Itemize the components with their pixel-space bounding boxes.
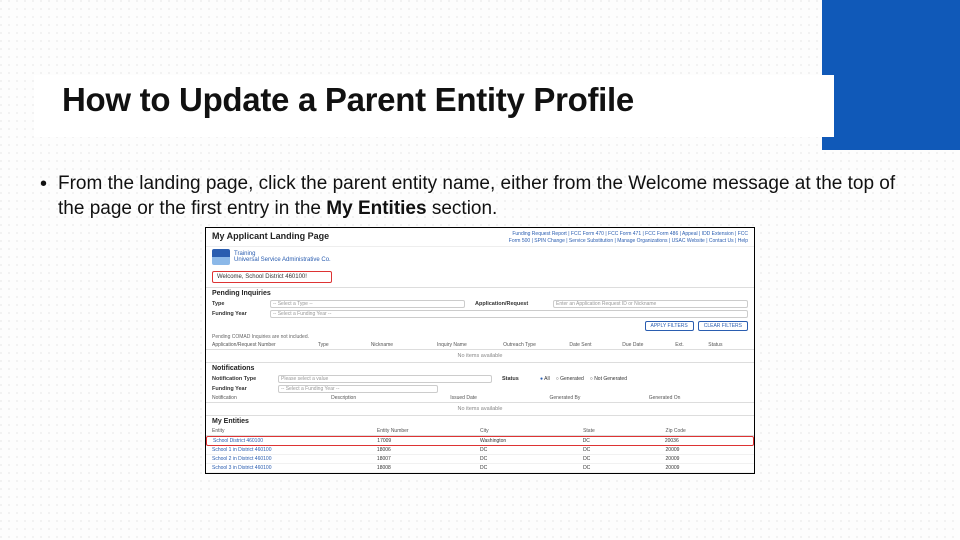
- entity-row-highlight: School District 460100 17009 Washington …: [206, 436, 754, 446]
- status-generated: Generated: [556, 376, 584, 382]
- notif-fy-select: -- Select a Funding Year --: [278, 385, 438, 393]
- entity-number: 18006: [377, 447, 480, 453]
- notif-type-label: Notification Type: [212, 376, 268, 382]
- col: Generated By: [549, 395, 648, 401]
- col: Inquiry Name: [437, 342, 503, 348]
- bullet-text-suffix: section.: [427, 198, 498, 219]
- clear-filters-button: CLEAR FILTERS: [698, 321, 748, 331]
- pending-note: Pending COMAD Inquiries are not included…: [206, 333, 754, 341]
- appreq-input: Enter an Application Request ID or Nickn…: [553, 300, 748, 308]
- status-all: All: [540, 376, 550, 382]
- entity-row: School 2 in District 460100 18007 DC DC …: [206, 455, 754, 464]
- col: Generated On: [649, 395, 748, 401]
- col: Type: [318, 342, 371, 348]
- status-label: Status: [502, 376, 530, 382]
- entity-number: 18008: [377, 465, 480, 471]
- ss-logo-row: Training Universal Service Administrativ…: [206, 247, 754, 269]
- col: Application/Request Number: [212, 342, 318, 348]
- status-radio-group: All Generated Not Generated: [540, 376, 748, 382]
- bullet-text-bold: My Entities: [326, 198, 426, 219]
- appreq-label: Application/Request: [475, 301, 543, 307]
- usac-logo-icon: [212, 249, 230, 265]
- fy-select: -- Select a Funding Year --: [270, 310, 748, 318]
- col: Notification: [212, 395, 331, 401]
- ss-pending-title: Pending Inquiries: [206, 287, 754, 299]
- title-container: How to Update a Parent Entity Profile: [34, 75, 834, 137]
- entity-city: DC: [480, 447, 583, 453]
- entity-name: School 2 in District 460100: [212, 456, 377, 462]
- entity-state: DC: [583, 438, 665, 444]
- ss-welcome-highlight: Welcome, School District 460100!: [212, 271, 332, 283]
- col: Description: [331, 395, 450, 401]
- col: Due Date: [622, 342, 675, 348]
- ss-header: My Applicant Landing Page Funding Reques…: [206, 228, 754, 247]
- slide-title: How to Update a Parent Entity Profile: [62, 81, 834, 119]
- col: Status: [708, 342, 748, 348]
- ss-notif-title: Notifications: [206, 362, 754, 374]
- type-select: -- Select a Type --: [270, 300, 465, 308]
- status-not-generated: Not Generated: [590, 376, 627, 382]
- entity-city: Washington: [480, 438, 583, 444]
- notif-table-header: Notification Description Issued Date Gen…: [206, 394, 754, 403]
- bullet-item: From the landing page, click the parent …: [38, 171, 926, 221]
- pending-table-header: Application/Request Number Type Nickname…: [206, 341, 754, 350]
- entity-city: DC: [480, 465, 583, 471]
- entity-number: 17009: [377, 438, 480, 444]
- col: State: [583, 428, 665, 434]
- ss-page-title: My Applicant Landing Page: [212, 231, 329, 244]
- slide: How to Update a Parent Entity Profile Fr…: [0, 0, 960, 474]
- type-label: Type: [212, 301, 260, 307]
- col: Issued Date: [450, 395, 549, 401]
- ss-filter-buttons: APPLY FILTERS CLEAR FILTERS: [206, 319, 754, 333]
- apply-filters-button: APPLY FILTERS: [645, 321, 694, 331]
- col: Ext.: [675, 342, 708, 348]
- ss-pending-filter-1: Type -- Select a Type -- Application/Req…: [206, 299, 754, 309]
- entity-zip: 20009: [666, 447, 748, 453]
- col: Entity Number: [377, 428, 480, 434]
- entity-row: School 1 in District 460100 18006 DC DC …: [206, 446, 754, 455]
- ss-notif-filter-2: Funding Year -- Select a Funding Year --: [206, 384, 754, 394]
- col: Zip Code: [666, 428, 748, 434]
- col: Outreach Type: [503, 342, 569, 348]
- notif-empty: No items available: [206, 403, 754, 415]
- ss-entities-title: My Entities: [206, 415, 754, 427]
- entity-name: School 1 in District 460100: [212, 447, 377, 453]
- col: Date Sent: [569, 342, 622, 348]
- entity-state: DC: [583, 465, 665, 471]
- entity-state: DC: [583, 447, 665, 453]
- ss-notif-filter-1: Notification Type Please select a value …: [206, 374, 754, 384]
- ss-logo-line-2: Universal Service Administrative Co.: [234, 257, 331, 263]
- ss-top-links: Funding Request Report | FCC Form 470 | …: [509, 231, 748, 244]
- entity-row: School 3 in District 460100 18008 DC DC …: [206, 464, 754, 473]
- ss-pending-filter-2: Funding Year -- Select a Funding Year --: [206, 309, 754, 319]
- entity-name: School 3 in District 460100: [212, 465, 377, 471]
- entities-table-header: Entity Entity Number City State Zip Code: [206, 427, 754, 436]
- entity-name: School District 460100: [213, 438, 377, 444]
- ss-top-link-row-1: Funding Request Report | FCC Form 470 | …: [509, 231, 748, 238]
- entity-number: 18007: [377, 456, 480, 462]
- ss-logo-text: Training Universal Service Administrativ…: [234, 251, 331, 263]
- notif-type-select: Please select a value: [278, 375, 492, 383]
- col: Nickname: [371, 342, 437, 348]
- notif-fy-label: Funding Year: [212, 386, 268, 392]
- embedded-screenshot: My Applicant Landing Page Funding Reques…: [205, 227, 755, 474]
- entity-city: DC: [480, 456, 583, 462]
- bullet-list: From the landing page, click the parent …: [38, 171, 926, 221]
- entity-zip: 20009: [666, 456, 748, 462]
- entity-zip: 20036: [665, 438, 747, 444]
- col: City: [480, 428, 583, 434]
- entity-zip: 20009: [666, 465, 748, 471]
- col: Entity: [212, 428, 377, 434]
- pending-empty: No items available: [206, 350, 754, 362]
- ss-top-link-row-2: Form 500 | SPIN Change | Service Substit…: [509, 238, 748, 245]
- fy-label: Funding Year: [212, 311, 260, 317]
- entity-state: DC: [583, 456, 665, 462]
